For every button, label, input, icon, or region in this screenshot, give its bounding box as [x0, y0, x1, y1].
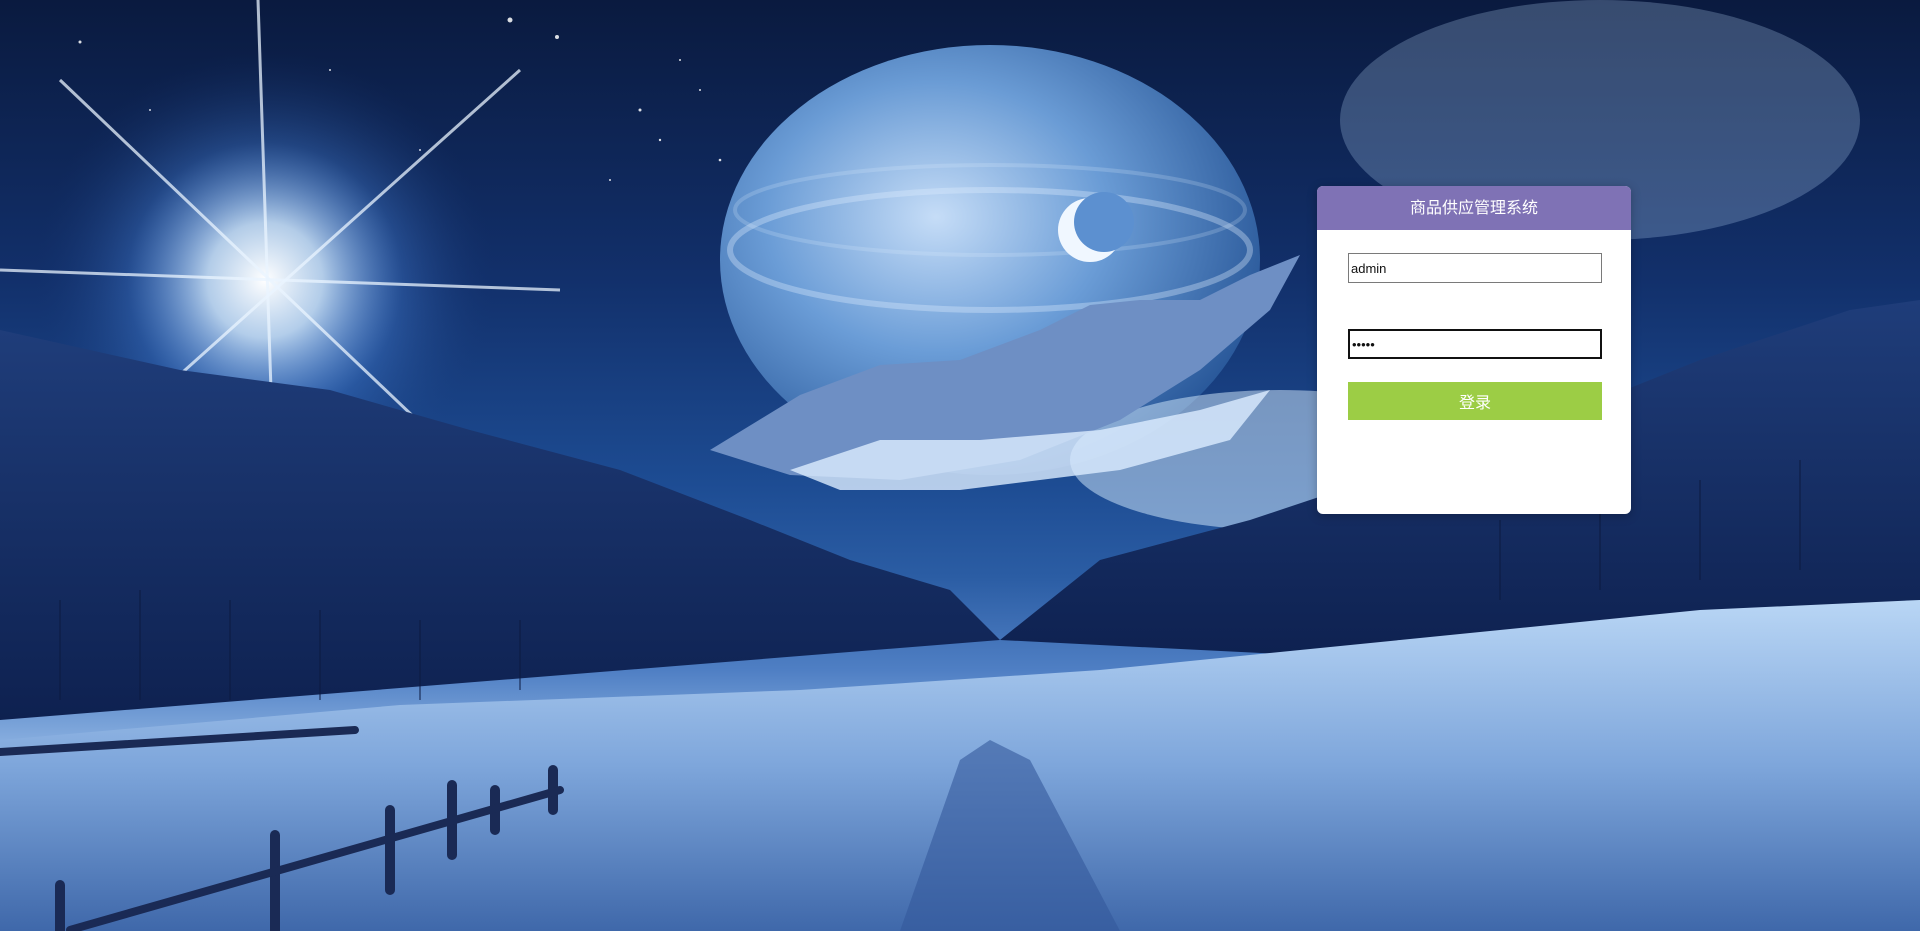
- login-panel: 商品供应管理系统 登录: [1317, 186, 1631, 514]
- username-input[interactable]: [1348, 253, 1602, 283]
- login-button[interactable]: 登录: [1348, 382, 1602, 420]
- login-title: 商品供应管理系统: [1317, 186, 1631, 230]
- winter-landscape-image: [0, 0, 1920, 931]
- password-input[interactable]: [1348, 329, 1602, 359]
- background-scene: 商品供应管理系统 登录: [0, 0, 1920, 931]
- login-form: 登录: [1317, 230, 1631, 514]
